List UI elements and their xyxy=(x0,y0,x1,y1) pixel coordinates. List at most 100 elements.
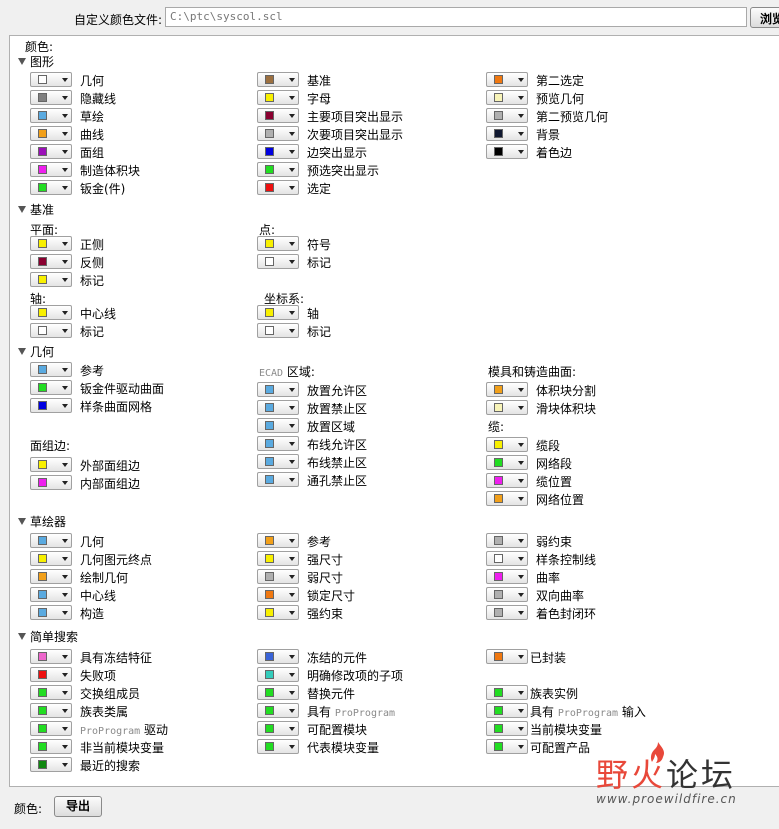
color-picker-button[interactable] xyxy=(486,649,528,664)
label-text: 布线禁止区 xyxy=(307,456,368,470)
color-picker-button[interactable] xyxy=(30,323,72,338)
color-picker-button[interactable] xyxy=(257,323,299,338)
collapse-triangle-icon[interactable] xyxy=(18,633,26,640)
color-picker-button[interactable] xyxy=(257,739,299,754)
color-picker-button[interactable] xyxy=(486,703,528,718)
section-geometry[interactable]: 几何 xyxy=(30,343,54,360)
color-picker-button[interactable] xyxy=(257,605,299,620)
color-picker-button[interactable] xyxy=(30,457,72,472)
color-picker-button[interactable] xyxy=(257,587,299,602)
color-picker-button[interactable] xyxy=(257,108,299,123)
section-graphics[interactable]: 图形 xyxy=(30,53,54,70)
color-picker-button[interactable] xyxy=(257,454,299,469)
color-picker-button[interactable] xyxy=(30,551,72,566)
color-picker-button[interactable] xyxy=(30,398,72,413)
color-picker-button[interactable] xyxy=(486,685,528,700)
section-simple_search[interactable]: 简单搜索 xyxy=(30,628,78,645)
dropdown-arrow-icon xyxy=(289,78,295,82)
color-picker-button[interactable] xyxy=(30,254,72,269)
color-picker-button[interactable] xyxy=(257,126,299,141)
color-picker-button[interactable] xyxy=(486,72,528,87)
color-picker-button[interactable] xyxy=(486,144,528,159)
color-picker-button[interactable] xyxy=(486,721,528,736)
color-picker-button[interactable] xyxy=(30,272,72,287)
color-picker-button[interactable] xyxy=(257,180,299,195)
color-picker-button[interactable] xyxy=(30,305,72,320)
color-picker-button[interactable] xyxy=(30,667,72,682)
color-picker-button[interactable] xyxy=(30,721,72,736)
label-text: 参考 xyxy=(307,535,332,549)
color-picker-button[interactable] xyxy=(257,400,299,415)
color-picker-button[interactable] xyxy=(257,721,299,736)
color-picker-button[interactable] xyxy=(486,437,528,452)
color-picker-button[interactable] xyxy=(257,569,299,584)
collapse-triangle-icon[interactable] xyxy=(18,518,26,525)
color-picker-button[interactable] xyxy=(30,162,72,177)
color-file-path-input[interactable]: C:\ptc\syscol.scl xyxy=(165,7,747,27)
color-picker-button[interactable] xyxy=(30,144,72,159)
color-picker-button[interactable] xyxy=(257,533,299,548)
color-picker-button[interactable] xyxy=(486,126,528,141)
collapse-triangle-icon[interactable] xyxy=(18,206,26,213)
color-picker-button[interactable] xyxy=(486,491,528,506)
section-sketcher[interactable]: 草绘器 xyxy=(30,513,66,530)
color-picker-button[interactable] xyxy=(257,551,299,566)
color-picker-button[interactable] xyxy=(486,569,528,584)
color-picker-button[interactable] xyxy=(486,587,528,602)
collapse-triangle-icon[interactable] xyxy=(18,348,26,355)
color-picker-button[interactable] xyxy=(486,605,528,620)
color-picker-button[interactable] xyxy=(257,703,299,718)
dropdown-arrow-icon xyxy=(62,575,68,579)
color-swatch xyxy=(38,688,47,697)
color-picker-button[interactable] xyxy=(257,162,299,177)
color-picker-button[interactable] xyxy=(486,108,528,123)
color-picker-button[interactable] xyxy=(257,436,299,451)
color-picker-button[interactable] xyxy=(486,382,528,397)
color-picker-button[interactable] xyxy=(257,305,299,320)
color-picker-button[interactable] xyxy=(30,569,72,584)
color-picker-button[interactable] xyxy=(257,254,299,269)
color-picker-button[interactable] xyxy=(30,739,72,754)
color-picker-button[interactable] xyxy=(30,126,72,141)
color-picker-button[interactable] xyxy=(30,587,72,602)
browse-button[interactable]: 浏览 xyxy=(750,7,779,28)
color-picker-button[interactable] xyxy=(486,400,528,415)
color-picker-button[interactable] xyxy=(257,72,299,87)
color-picker-button[interactable] xyxy=(30,72,72,87)
color-picker-button[interactable] xyxy=(30,108,72,123)
color-picker-button[interactable] xyxy=(257,236,299,251)
dropdown-arrow-icon xyxy=(62,655,68,659)
color-picker-button[interactable] xyxy=(486,90,528,105)
color-picker-button[interactable] xyxy=(30,475,72,490)
color-picker-button[interactable] xyxy=(257,90,299,105)
color-picker-button[interactable] xyxy=(486,533,528,548)
color-picker-button[interactable] xyxy=(30,362,72,377)
dropdown-arrow-icon xyxy=(62,709,68,713)
color-picker-button[interactable] xyxy=(30,236,72,251)
export-button[interactable]: 导出 xyxy=(54,796,102,817)
color-picker-button[interactable] xyxy=(30,380,72,395)
color-picker-button[interactable] xyxy=(486,455,528,470)
color-picker-button[interactable] xyxy=(257,649,299,664)
color-picker-button[interactable] xyxy=(486,739,528,754)
color-picker-button[interactable] xyxy=(257,472,299,487)
section-datum[interactable]: 基准 xyxy=(30,201,54,218)
color-picker-button[interactable] xyxy=(30,703,72,718)
color-picker-button[interactable] xyxy=(257,685,299,700)
dropdown-arrow-icon xyxy=(289,673,295,677)
color-picker-button[interactable] xyxy=(257,418,299,433)
color-picker-button[interactable] xyxy=(257,667,299,682)
label-text: 标记 xyxy=(80,325,105,339)
collapse-triangle-icon[interactable] xyxy=(18,58,26,65)
color-picker-button[interactable] xyxy=(257,144,299,159)
color-picker-button[interactable] xyxy=(486,473,528,488)
color-picker-button[interactable] xyxy=(486,551,528,566)
color-picker-button[interactable] xyxy=(30,533,72,548)
color-picker-button[interactable] xyxy=(30,90,72,105)
color-picker-button[interactable] xyxy=(30,685,72,700)
color-picker-button[interactable] xyxy=(30,180,72,195)
color-picker-button[interactable] xyxy=(257,382,299,397)
color-picker-button[interactable] xyxy=(30,605,72,620)
color-picker-button[interactable] xyxy=(30,649,72,664)
color-picker-button[interactable] xyxy=(30,757,72,772)
